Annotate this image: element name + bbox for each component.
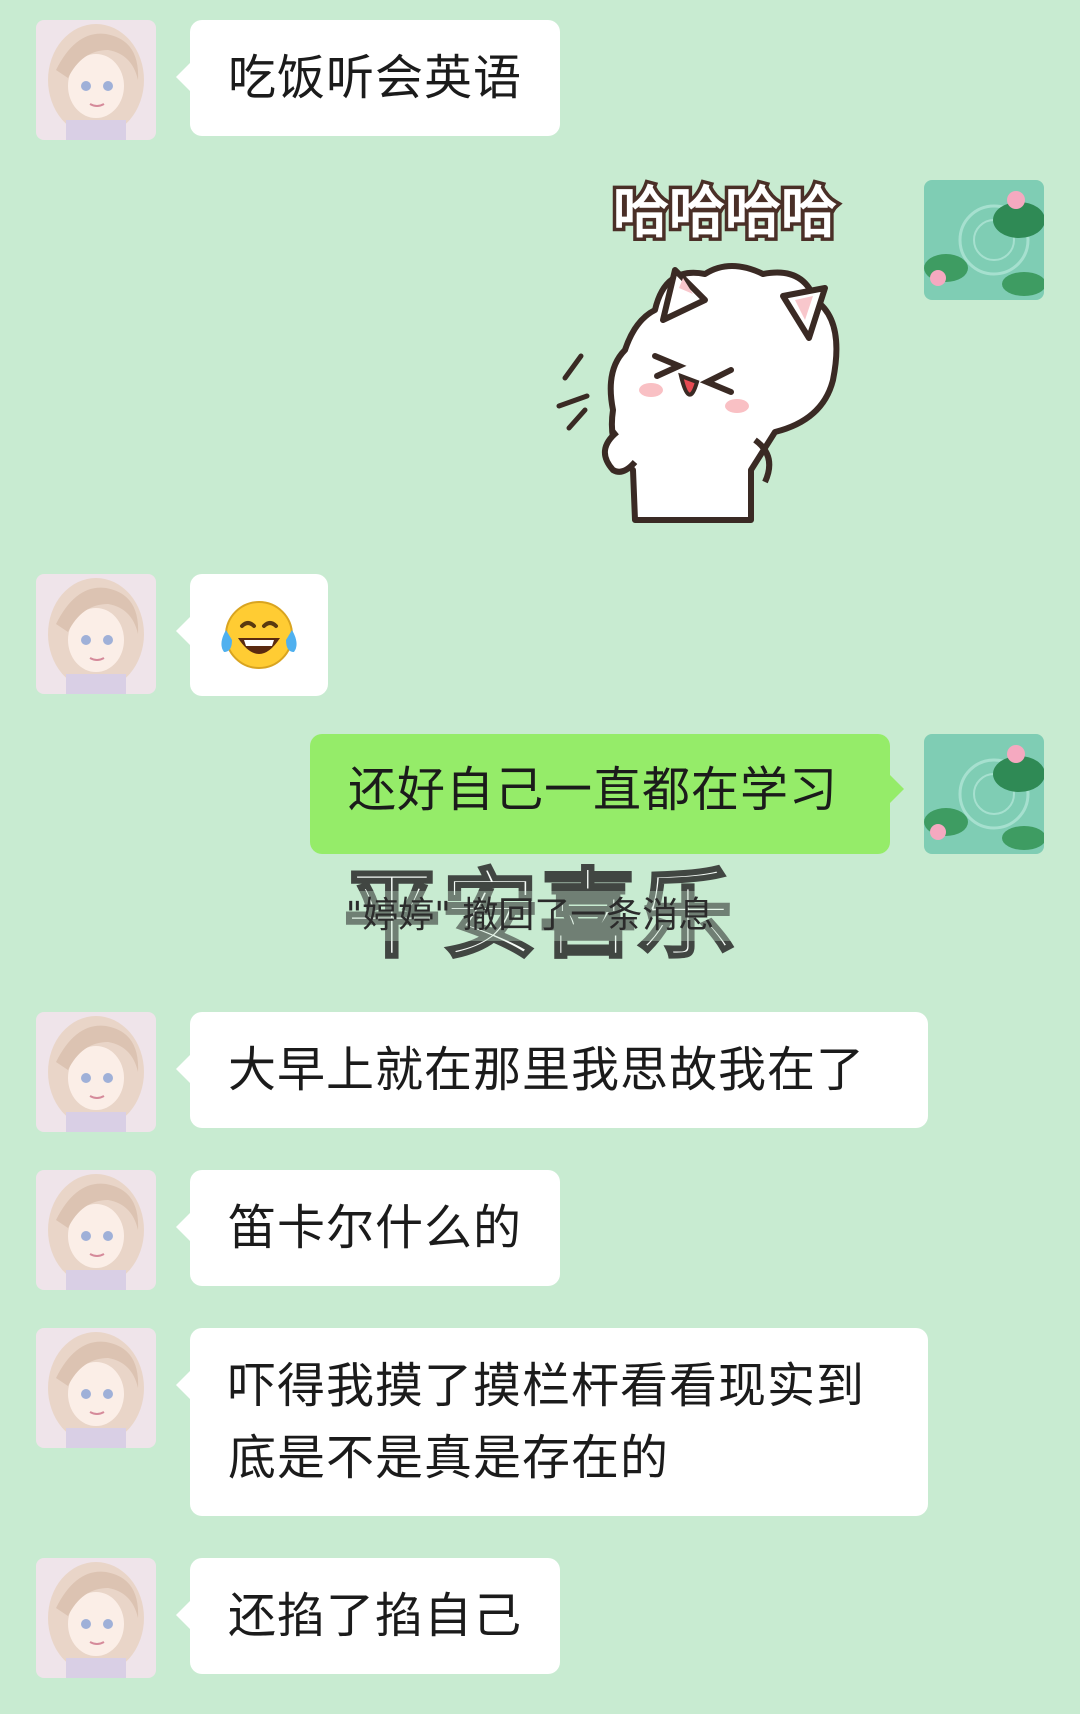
my-avatar[interactable] — [924, 734, 1044, 854]
recall-notice-text[interactable]: "婷婷" 撤回了一条消息 — [300, 891, 760, 941]
other-avatar[interactable] — [36, 20, 156, 140]
anime-girl-avatar-icon — [36, 1558, 156, 1678]
message-bubble-other-emoji[interactable] — [176, 574, 328, 696]
anime-girl-avatar-icon — [36, 1012, 156, 1132]
message-text: 笛卡尔什么的 — [228, 1200, 523, 1256]
message-text: 吓得我摸了摸栏杆看看现实到底是不是真是存在的 — [228, 1358, 866, 1486]
message-text: 还好自己一直都在学习 — [348, 762, 839, 818]
other-avatar[interactable] — [36, 1170, 156, 1290]
my-avatar[interactable] — [924, 180, 1044, 300]
anime-girl-avatar-icon — [36, 20, 156, 140]
message-bubble-me[interactable]: 还好自己一直都在学习 — [310, 734, 904, 854]
message-bubble-other[interactable]: 笛卡尔什么的 — [175, 1170, 561, 1286]
message-bubble-other[interactable]: 大早上就在那里我思故我在了 — [176, 1012, 928, 1128]
lotus-pond-avatar-icon — [924, 734, 1044, 854]
other-avatar[interactable] — [36, 1012, 156, 1132]
message-text: 吃饭听会英语 — [228, 50, 523, 106]
message-bubble-other[interactable]: 吓得我摸了摸栏杆看看现实到底是不是真是存在的 — [176, 1328, 928, 1516]
message-bubble-other[interactable]: 还掐了掐自己 — [175, 1558, 561, 1674]
other-avatar[interactable] — [36, 1558, 156, 1678]
laughing-white-cat-sticker[interactable]: 哈哈哈哈 — [555, 170, 900, 540]
tears-of-joy-emoji-icon — [221, 601, 297, 669]
other-avatar[interactable] — [36, 1328, 156, 1448]
anime-girl-avatar-icon — [36, 1170, 156, 1290]
cat-sticker-icon: 哈哈哈哈 — [556, 178, 841, 523]
message-text: 大早上就在那里我思故我在了 — [228, 1042, 866, 1098]
other-avatar[interactable] — [36, 574, 156, 694]
anime-girl-avatar-icon — [36, 574, 156, 694]
lotus-pond-avatar-icon — [924, 180, 1044, 300]
message-text: 还掐了掐自己 — [228, 1588, 523, 1644]
anime-girl-avatar-icon — [36, 1328, 156, 1448]
message-bubble-other[interactable]: 吃饭听会英语 — [175, 20, 561, 136]
recall-notice: 平安喜乐 "婷婷" 撤回了一条消息 — [290, 855, 790, 975]
svg-text:哈哈哈哈: 哈哈哈哈 — [613, 181, 837, 246]
